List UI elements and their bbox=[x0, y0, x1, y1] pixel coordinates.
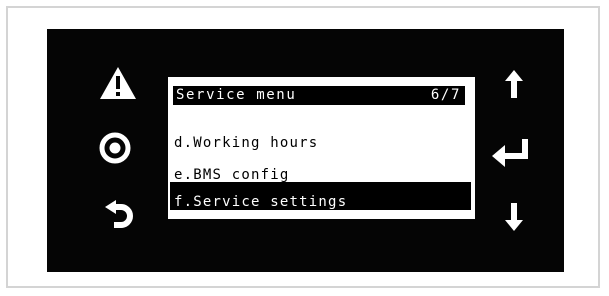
arrow-down-icon[interactable] bbox=[504, 202, 524, 232]
arrow-up-icon[interactable] bbox=[504, 69, 524, 99]
page-indicator: 6/7 bbox=[430, 87, 461, 103]
target-circle-icon[interactable] bbox=[98, 131, 132, 165]
menu-item-label: f.Service settings bbox=[174, 194, 348, 210]
menu-item-label: e.BMS config bbox=[174, 167, 290, 183]
menu-item-working-hours[interactable]: d.Working hours bbox=[174, 134, 318, 152]
warning-icon[interactable] bbox=[99, 66, 137, 100]
screen-header: Service menu 6/7 bbox=[173, 86, 465, 105]
enter-icon[interactable] bbox=[491, 137, 529, 167]
back-arrow-icon[interactable] bbox=[104, 199, 134, 233]
menu-title: Service menu bbox=[176, 87, 297, 103]
lcd-screen: Service menu 6/7 d.Working hours e.BMS c… bbox=[168, 77, 475, 219]
menu-item-label: d.Working hours bbox=[174, 135, 319, 151]
menu-item-service-settings[interactable]: f.Service settings bbox=[170, 182, 471, 210]
